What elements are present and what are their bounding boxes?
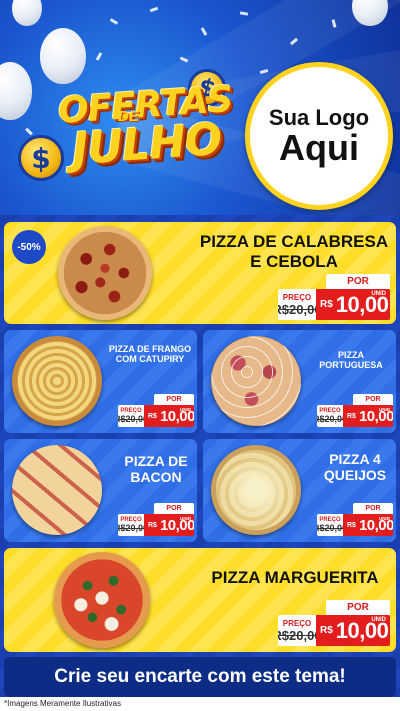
cta-banner[interactable]: Crie seu encarte com este tema! [4,657,396,697]
preco-label: PREÇO [282,618,312,628]
pizza-image [58,226,152,320]
por-label: POR [353,394,393,405]
price-tag: POR PREÇO R$20,00 R$ 10,00 UNID [278,274,390,320]
por-label: POR [326,274,390,289]
product-name: PIZZA MARGUERITA [211,568,379,587]
product-name: PIZZA DE BACON [124,453,188,486]
por-label: POR [154,503,194,514]
header-banner: $ $ OFERTAS DE JULHO Sua Logo Aqui [0,0,400,215]
product-card-portuguesa[interactable]: PIZZA PORTUGUESA POR PREÇO R$20,00 R$ 10… [203,330,396,433]
logo-line1: Sua Logo [268,104,370,130]
price-tag: POR PREÇO R$20,00 R$ 10,00 UNID [118,503,194,536]
por-label: POR [154,394,194,405]
por-label: POR [353,503,393,514]
logo-line2: Aqui [279,126,359,168]
product-card-4-queijos[interactable]: PIZZA 4 QUEIJOS POR PREÇO R$20,00 R$ 10,… [203,439,396,542]
pizza-image [12,336,102,426]
dollar-coin-icon: $ [18,135,64,181]
product-name: PIZZA PORTUGUESA [319,350,383,371]
unit-label: UNID [371,617,386,623]
confetti [200,27,208,36]
currency-symbol: R$ [148,412,157,420]
product-name: PIZZA DE FRANGO COM CATUPIRY [108,344,192,365]
logo-placeholder[interactable]: Sua Logo Aqui [245,62,393,210]
unit-label: UNID [180,407,191,412]
preco-label: PREÇO [282,292,312,302]
unit-label: UNID [379,407,390,412]
product-card-calabresa[interactable]: -50% PIZZA DE CALABRESA E CEBOLA POR PRE… [4,222,396,324]
product-card-marguerita[interactable]: PIZZA MARGUERITA POR PREÇO R$20,00 R$ 10… [4,548,396,652]
product-name: PIZZA 4 QUEIJOS [323,451,387,484]
price-tag: POR PREÇO R$20,00 R$ 10,00 UNID [118,394,194,427]
unit-label: UNID [180,516,191,521]
title-logo: $ $ OFERTAS DE JULHO [10,64,240,195]
pizza-image [211,445,301,535]
pizza-image [211,336,301,426]
confetti [95,52,103,61]
confetti [149,6,159,13]
product-name: PIZZA DE CALABRESA E CEBOLA [199,232,389,271]
price-tag: POR PREÇO R$20,00 R$ 10,00 UNID [317,503,393,536]
currency-symbol: R$ [320,625,333,636]
confetti [109,18,119,25]
title-julho: JULHO [70,113,223,176]
currency-symbol: R$ [347,412,356,420]
price-tag: POR PREÇO R$20,00 R$ 10,00 UNID [278,600,390,646]
pizza-image [12,445,102,535]
price-tag: POR PREÇO R$20,00 R$ 10,00 UNID [317,394,393,427]
confetti [239,11,249,16]
currency-symbol: R$ [347,521,356,529]
por-label: POR [326,600,390,615]
currency-symbol: R$ [148,521,157,529]
discount-badge: -50% [12,230,46,264]
product-card-frango[interactable]: PIZZA DE FRANGO COM CATUPIRY POR PREÇO R… [4,330,197,433]
unit-label: UNID [379,516,390,521]
product-card-bacon[interactable]: PIZZA DE BACON POR PREÇO R$20,00 R$ 10,0… [4,439,197,542]
balloon-icon [12,0,42,26]
currency-symbol: R$ [320,299,333,310]
pizza-image [54,552,150,648]
unit-label: UNID [371,291,386,297]
disclaimer-text: *Imagens Meramente Ilustrativas [0,697,400,711]
